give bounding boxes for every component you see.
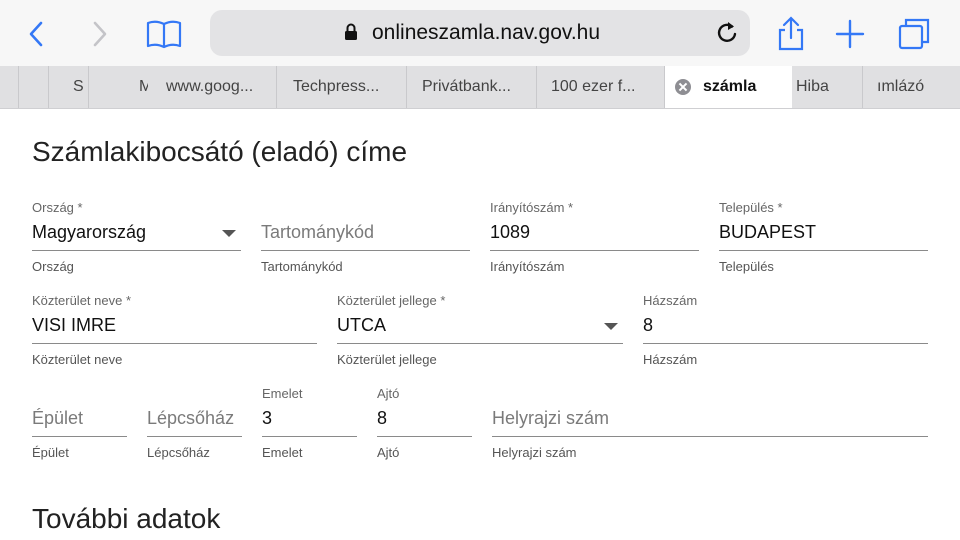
iranyitoszam-label: Irányítószám * xyxy=(490,200,574,215)
hazszam-label: Házszám xyxy=(643,293,698,308)
tab-s[interactable]: S xyxy=(48,66,88,108)
tab-szamla[interactable]: számla xyxy=(664,66,792,108)
ajto-label: Ajtó xyxy=(377,386,400,401)
dropdown-arrow-icon xyxy=(604,323,618,330)
tab-strip: S M www.goog... Techpress... Privátbank.… xyxy=(0,66,960,109)
tab-blank[interactable] xyxy=(18,66,48,108)
kozterulet-jellege-value: UTCA xyxy=(337,315,386,335)
emelet-helper: Emelet xyxy=(262,445,303,460)
chevron-right-icon xyxy=(93,21,107,47)
tartomanykod-placeholder: Tartománykód xyxy=(261,222,375,242)
iranyitoszam-helper: Irányítószám xyxy=(490,259,565,274)
plus-icon xyxy=(835,19,865,49)
tab-szamlazo[interactable]: ımlázó xyxy=(862,66,960,108)
telepules-helper: Település xyxy=(719,259,774,274)
emelet-value: 3 xyxy=(262,408,273,428)
tab-google[interactable]: www.goog... xyxy=(148,66,276,108)
orszag-value: Magyarország xyxy=(32,222,147,242)
url-text: onlineszamla.nav.gov.hu xyxy=(372,21,601,44)
close-icon[interactable] xyxy=(675,79,691,95)
kozterulet-jellege-label: Közterület jellege * xyxy=(337,293,446,308)
hazszam-helper: Házszám xyxy=(643,352,698,367)
chevron-left-icon xyxy=(29,21,43,47)
book-icon xyxy=(146,20,182,49)
tab-privatbank[interactable]: Privátbank... xyxy=(406,66,536,108)
tab-100-ezer[interactable]: 100 ezer f... xyxy=(536,66,664,108)
orszag-label: Ország * xyxy=(32,200,83,215)
ajto-value: 8 xyxy=(377,408,388,428)
address-bar[interactable]: onlineszamla.nav.gov.hu xyxy=(210,10,750,56)
lock-icon xyxy=(345,23,357,40)
tabs-icon xyxy=(898,18,930,50)
next-section-title: További adatok xyxy=(32,503,221,534)
lepcsohaz-helper: Lépcsőház xyxy=(147,445,210,460)
telepules-label: Település * xyxy=(719,200,783,215)
forward-button[interactable] xyxy=(80,14,120,54)
lepcsohaz-placeholder: Lépcsőház xyxy=(147,408,235,428)
tab-techpress[interactable]: Techpress... xyxy=(276,66,406,108)
reload-icon[interactable] xyxy=(716,20,740,46)
iranyitoszam-value: 1089 xyxy=(490,222,531,242)
kozterulet-jellege-helper: Közterület jellege xyxy=(337,352,437,367)
orszag-helper: Ország xyxy=(32,259,74,274)
tartomanykod-helper: Tartománykód xyxy=(261,259,343,274)
back-button[interactable] xyxy=(16,14,56,54)
dropdown-arrow-icon xyxy=(222,230,236,237)
share-button[interactable] xyxy=(771,14,811,54)
ajto-helper: Ajtó xyxy=(377,445,400,460)
helyrajzi-szam-placeholder: Helyrajzi szám xyxy=(492,408,610,428)
section-title: Számlakibocsátó (eladó) címe xyxy=(32,136,408,167)
bookmarks-button[interactable] xyxy=(144,14,184,54)
telepules-value: BUDAPEST xyxy=(719,222,817,242)
browser-toolbar: onlineszamla.nav.gov.hu xyxy=(0,0,960,66)
tab-m[interactable]: M xyxy=(88,66,148,108)
kozterulet-neve-label: Közterület neve * xyxy=(32,293,132,308)
epulet-helper: Épület xyxy=(32,445,69,460)
helyrajzi-szam-helper: Helyrajzi szám xyxy=(492,445,577,460)
emelet-label: Emelet xyxy=(262,386,303,401)
kozterulet-neve-helper: Közterület neve xyxy=(32,352,123,367)
epulet-placeholder: Épület xyxy=(32,408,84,428)
tabs-overview-button[interactable] xyxy=(894,14,934,54)
new-tab-button[interactable] xyxy=(830,14,870,54)
kozterulet-neve-value: VISI IMRE xyxy=(32,315,117,335)
share-icon xyxy=(778,16,804,51)
hazszam-value: 8 xyxy=(643,315,654,335)
tab-hiba[interactable]: Hiba xyxy=(792,66,862,108)
